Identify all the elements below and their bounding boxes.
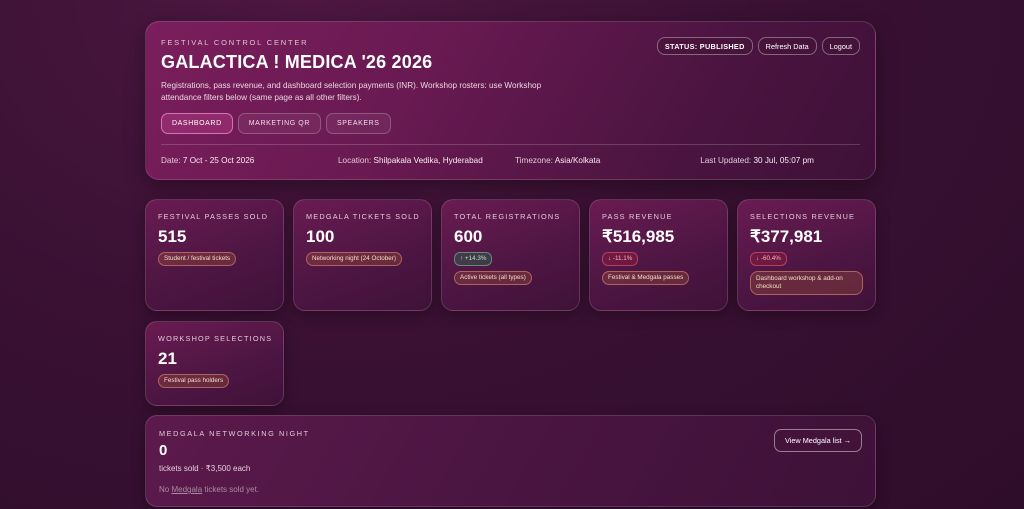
trend-up-badge: ↑ +14.3% — [454, 252, 493, 266]
stat-value: 515 — [158, 227, 187, 246]
dashboard-nav: DASHBOARD MARKETING QR SPEAKERS — [161, 113, 860, 134]
stat-label: FESTIVAL PASSES SOLD — [158, 212, 269, 221]
festival-header-card: FESTIVAL CONTROL CENTER GALACTICA ! MEDI… — [145, 21, 876, 180]
stat-value: ₹516,985 — [602, 227, 675, 246]
logout-button[interactable]: Logout — [821, 37, 860, 55]
stat-card-medgala-tickets: MEDGALA TICKETS SOLD 100 Networking nigh… — [293, 199, 432, 311]
stat-label: PASS REVENUE — [602, 212, 673, 221]
event-timezone: Timezone: Asia/Kolkata — [515, 156, 601, 165]
medgala-label: MEDGALA NETWORKING NIGHT — [159, 429, 310, 438]
event-date: Date: 7 Oct - 25 Oct 2026 — [161, 156, 255, 165]
stat-label: MEDGALA TICKETS SOLD — [306, 212, 420, 221]
refresh-data-button[interactable]: Refresh Data — [757, 37, 817, 55]
stat-card-pass-revenue: PASS REVENUE ₹516,985 ↓ -11.1% Festival … — [589, 199, 728, 311]
tab-speakers[interactable]: SPEAKERS — [326, 113, 391, 134]
medgala-networking-panel: MEDGALA NETWORKING NIGHT 0 tickets sold … — [145, 415, 876, 507]
page-description: Registrations, pass revenue, and dashboa… — [161, 81, 542, 102]
stat-tag: Student / festival tickets — [158, 252, 237, 266]
last-updated: Last Updated: 30 Jul, 05:07 pm — [700, 156, 814, 165]
stat-value: 600 — [454, 227, 483, 246]
stat-tag: Dashboard workshop & add-on checkout — [750, 271, 863, 295]
stat-value: ₹377,981 — [750, 227, 823, 246]
header-divider — [161, 144, 860, 145]
stat-card-selections-revenue: SELECTIONS REVENUE ₹377,981 ↓ -60.4% Das… — [737, 199, 876, 311]
tab-dashboard[interactable]: DASHBOARD — [161, 113, 233, 134]
stat-card-workshop-selections: WORKSHOP SELECTIONS 21 Festival pass hol… — [145, 321, 284, 406]
stat-tag: Festival & Medgala passes — [602, 271, 690, 285]
stat-tag: Active tickets (all types) — [454, 271, 532, 285]
stat-label: SELECTIONS REVENUE — [750, 212, 856, 221]
stat-card-festival-passes: FESTIVAL PASSES SOLD 515 Student / festi… — [145, 199, 284, 311]
header-actions: STATUS: PUBLISHED Refresh Data Logout — [656, 37, 860, 55]
event-location: Location: Shilpakala Vedika, Hyderabad — [338, 156, 483, 165]
stat-value: 100 — [306, 227, 335, 246]
trend-down-badge: ↓ -60.4% — [750, 252, 787, 266]
stat-card-total-registrations: TOTAL REGISTRATIONS 600 ↑ +14.3% Active … — [441, 199, 580, 311]
page-title: GALACTICA ! MEDICA '26 2026 — [161, 52, 433, 72]
stat-value: 21 — [158, 349, 177, 368]
tab-marketing-qr[interactable]: MARKETING QR — [237, 113, 322, 134]
medgala-empty-state: No Medgala tickets sold yet. — [159, 485, 260, 494]
status-badge[interactable]: STATUS: PUBLISHED — [656, 37, 753, 55]
medgala-count: 0 — [159, 442, 168, 459]
trend-down-badge: ↓ -11.1% — [602, 252, 639, 266]
view-medgala-list-button[interactable]: View Medgala list → — [774, 429, 862, 452]
stat-tag: Networking night (24 October) — [306, 252, 402, 266]
stat-tag: Festival pass holders — [158, 374, 230, 388]
medgala-subtitle: tickets sold · ₹3,500 each — [159, 464, 251, 473]
stat-label: WORKSHOP SELECTIONS — [158, 334, 273, 343]
stat-label: TOTAL REGISTRATIONS — [454, 212, 561, 221]
